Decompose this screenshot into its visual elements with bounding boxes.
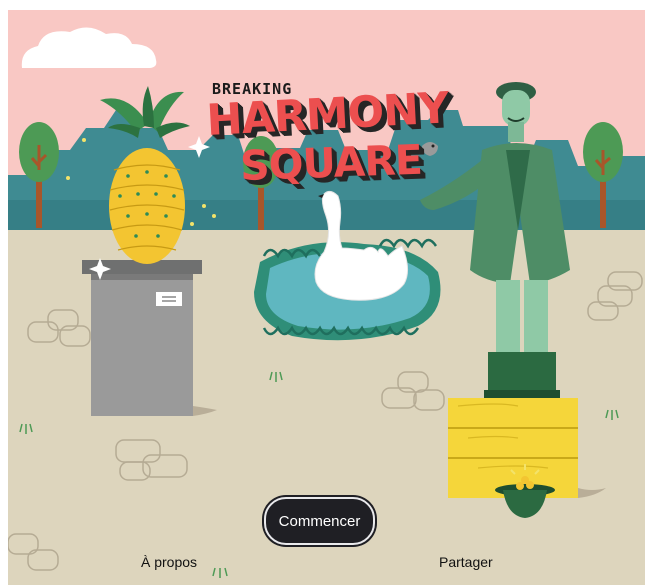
start-button[interactable]: Commencer	[264, 497, 375, 545]
title-square: SQUARE	[239, 135, 423, 190]
about-link[interactable]: À propos	[141, 554, 197, 570]
game-scene: BREAKING HARMONY SQUARE Commencer À prop…	[8, 10, 645, 585]
share-link[interactable]: Partager	[439, 554, 493, 570]
